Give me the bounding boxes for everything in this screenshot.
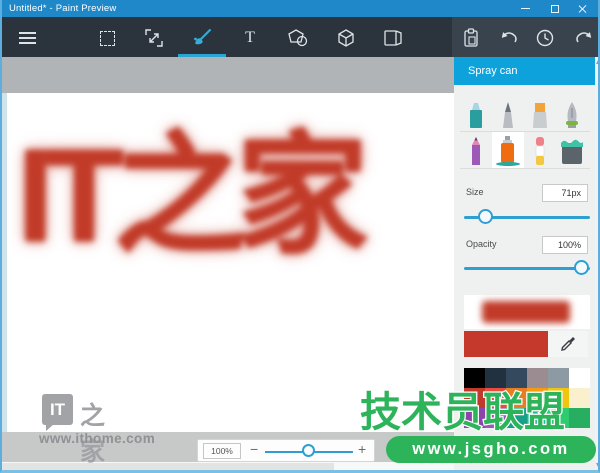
- opacity-value-box[interactable]: 100%: [542, 236, 588, 254]
- tool-pencil[interactable]: [460, 132, 492, 168]
- zoom-out-button[interactable]: −: [250, 441, 258, 457]
- brush-tools-row-1: [460, 95, 590, 132]
- spray-painted-text: IT之家: [17, 122, 368, 269]
- maximize-button[interactable]: [540, 0, 570, 17]
- fountain-pen-icon: [566, 102, 578, 128]
- window-title: Untitled* - Paint Preview: [9, 3, 117, 14]
- selection-rectangle-icon: [99, 30, 115, 46]
- scrollbar-up-arrow-icon[interactable]: [596, 60, 598, 64]
- tool-glue-stick[interactable]: [524, 132, 556, 168]
- opacity-label: Opacity: [466, 239, 497, 249]
- brush-icon: [194, 29, 211, 45]
- maximize-icon: [551, 4, 559, 13]
- size-slider[interactable]: [464, 209, 590, 225]
- undo-button[interactable]: [496, 25, 522, 51]
- spray-stroke-sample: [482, 301, 570, 323]
- cube-3d-icon: [338, 29, 354, 47]
- clipboard-icon: [464, 28, 478, 47]
- menu-button[interactable]: [14, 25, 40, 51]
- scrollbar-down-arrow-icon[interactable]: [596, 463, 598, 467]
- size-slider-thumb[interactable]: [478, 209, 493, 224]
- eyedropper-button[interactable]: [548, 331, 588, 357]
- ithome-logo-tail: [46, 424, 54, 431]
- ithome-logo: IT: [42, 394, 73, 425]
- stroke-preview: [464, 295, 590, 329]
- brush-tool-button[interactable]: [189, 25, 215, 51]
- current-color-swatch[interactable]: [464, 331, 548, 357]
- spray-can-icon: [496, 136, 520, 166]
- palette-swatch[interactable]: [485, 368, 506, 388]
- opacity-slider-thumb[interactable]: [574, 260, 589, 275]
- palette-swatch[interactable]: [569, 368, 590, 388]
- palette-swatch[interactable]: [464, 368, 485, 388]
- brush-tools-grid: [460, 95, 590, 169]
- paint-bucket-icon: [561, 139, 583, 164]
- glue-stick-icon: [535, 137, 545, 165]
- eyedropper-icon: [561, 337, 575, 351]
- 3d-tool-button[interactable]: [333, 25, 359, 51]
- text-tool-icon: T: [245, 29, 255, 46]
- tool-marker[interactable]: [524, 95, 556, 131]
- close-button[interactable]: [568, 0, 598, 17]
- jsgho-url: www.jsgho.com: [386, 436, 596, 463]
- tool-fountain-pen[interactable]: [556, 95, 588, 131]
- opacity-slider-track: [464, 267, 590, 270]
- brush-tools-row-2: [460, 132, 590, 169]
- paste-button[interactable]: [458, 25, 484, 51]
- horizontal-scrollbar[interactable]: [2, 462, 454, 470]
- toolbar: T: [2, 17, 598, 57]
- zoom-value-box[interactable]: 100%: [203, 443, 241, 459]
- size-label: Size: [466, 187, 484, 197]
- history-button[interactable]: [532, 25, 558, 51]
- palette-swatch[interactable]: [527, 368, 548, 388]
- palette-swatch[interactable]: [548, 368, 569, 388]
- palette-row: [464, 368, 590, 388]
- jsgho-title: 技术员联盟: [359, 389, 567, 435]
- highlighter-icon: [470, 103, 482, 128]
- marker-icon: [533, 103, 547, 128]
- active-tab-indicator: [178, 54, 226, 57]
- jsgho-watermark: 技术员联盟 www.jsgho.com: [359, 389, 598, 463]
- select-tool-button[interactable]: [94, 25, 120, 51]
- calligraphy-pen-icon: [503, 102, 513, 128]
- undo-icon: [501, 32, 517, 43]
- opacity-slider[interactable]: [464, 260, 590, 276]
- drawing-canvas[interactable]: IT之家: [7, 93, 454, 432]
- resize-tool-button[interactable]: [141, 25, 167, 51]
- minimize-button[interactable]: [510, 0, 540, 17]
- palette-swatch[interactable]: [506, 368, 527, 388]
- shapes-tool-button[interactable]: [285, 25, 311, 51]
- minimize-icon: [520, 7, 530, 10]
- ithome-url: www.ithome.com: [39, 431, 156, 446]
- redo-icon: [576, 32, 592, 43]
- panel-header: Spray can: [454, 57, 595, 85]
- text-tool-button[interactable]: T: [237, 25, 263, 51]
- tool-paint-bucket[interactable]: [556, 132, 588, 168]
- canvas-tool-button[interactable]: [380, 25, 406, 51]
- horizontal-scrollbar-thumb[interactable]: [2, 463, 334, 470]
- close-icon: [578, 4, 588, 14]
- zoom-in-button[interactable]: +: [358, 441, 366, 457]
- tool-calligraphy-pen[interactable]: [492, 95, 524, 131]
- title-bar: Untitled* - Paint Preview: [2, 0, 598, 17]
- history-clock-icon: [536, 29, 554, 47]
- tool-highlighter[interactable]: [460, 95, 492, 131]
- hamburger-icon: [18, 32, 36, 44]
- shapes-icon: [288, 29, 308, 47]
- pencil-icon: [472, 137, 480, 165]
- redo-button[interactable]: [571, 25, 597, 51]
- zoom-control: 100% − +: [197, 439, 375, 462]
- canvas-pages-icon: [384, 30, 402, 46]
- resize-icon: [145, 29, 163, 47]
- size-value-box[interactable]: 71px: [542, 184, 588, 202]
- zoom-slider[interactable]: [265, 444, 353, 459]
- zoom-slider-thumb[interactable]: [302, 444, 315, 457]
- app-window: IT之家 100% − + Spray can Size 71px Opacit…: [0, 0, 600, 473]
- tool-spray-can[interactable]: [492, 132, 524, 168]
